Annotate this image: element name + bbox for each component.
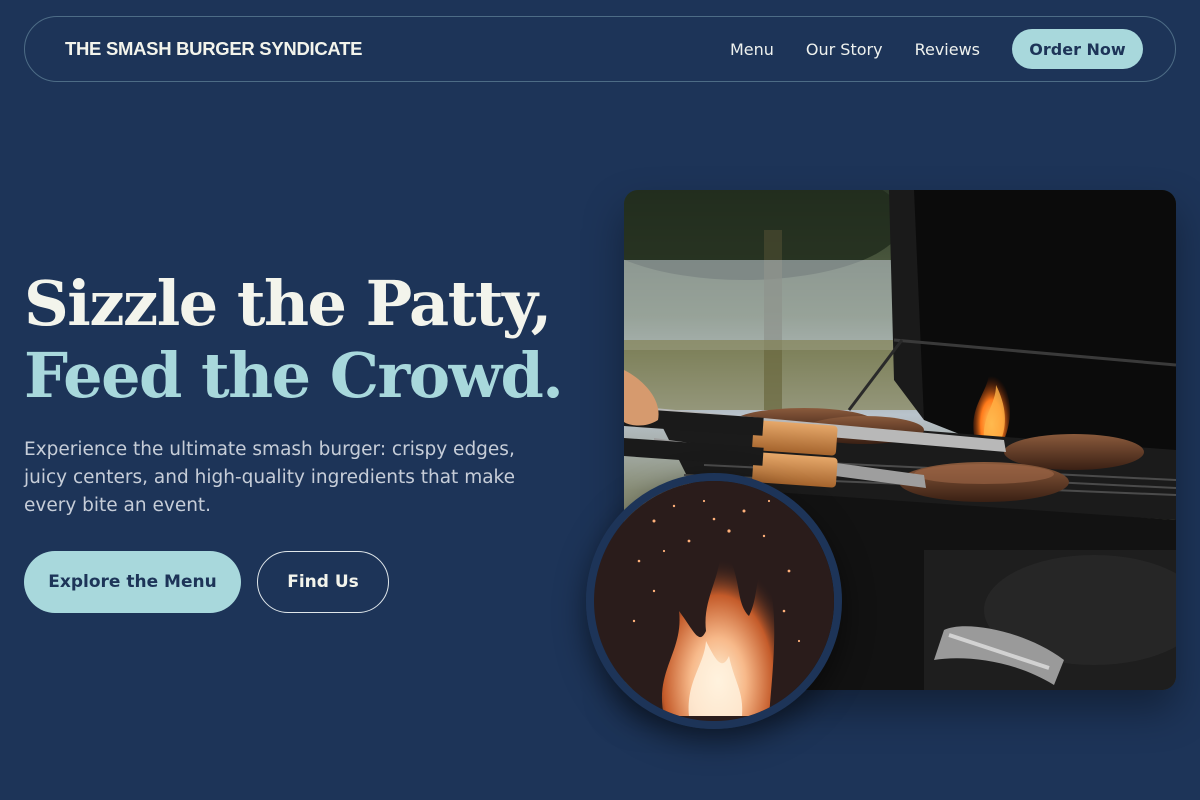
nav-links: Menu Our Story Reviews Order Now [730, 29, 1143, 69]
nav-link-menu[interactable]: Menu [730, 40, 774, 59]
order-now-button[interactable]: Order Now [1012, 29, 1143, 69]
explore-menu-button[interactable]: Explore the Menu [24, 551, 241, 613]
hero-title-line2: Feed the Crowd. [24, 339, 564, 412]
nav-link-our-story[interactable]: Our Story [806, 40, 883, 59]
page: THE SMASH BURGER SYNDICATE Menu Our Stor… [0, 0, 1200, 800]
brand-logo[interactable]: THE SMASH BURGER SYNDICATE [65, 38, 362, 60]
hero-description: Experience the ultimate smash burger: cr… [24, 439, 515, 516]
hero-title: Sizzle the Patty, Feed the Crowd. [24, 267, 564, 412]
find-us-button[interactable]: Find Us [257, 551, 389, 613]
fire-illustration [594, 481, 834, 721]
navbar: THE SMASH BURGER SYNDICATE Menu Our Stor… [24, 16, 1176, 82]
nav-link-reviews[interactable]: Reviews [915, 40, 980, 59]
hero-title-line1: Sizzle the Patty, [24, 267, 552, 340]
cta-row: Explore the Menu Find Us [24, 551, 389, 613]
fire-photo [586, 473, 842, 729]
